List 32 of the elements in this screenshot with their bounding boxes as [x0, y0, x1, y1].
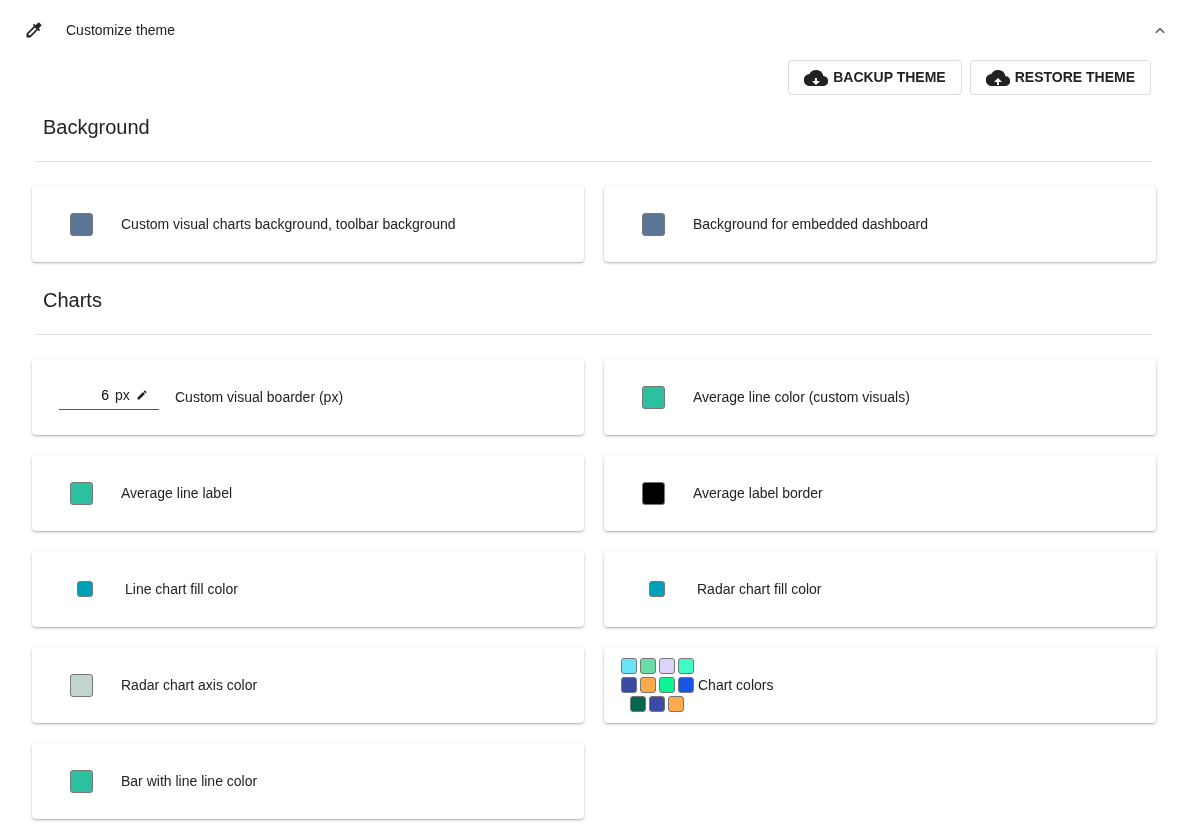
setting-label: Radar chart fill color — [697, 579, 822, 599]
eyedropper-icon — [24, 20, 44, 40]
color-swatch[interactable] — [70, 212, 93, 236]
cloud-upload-icon — [985, 67, 1010, 88]
setting-label: Custom visual charts background, toolbar background — [121, 214, 456, 234]
section-heading: Charts — [42, 288, 103, 313]
setting-label: Background for embedded dashboard — [693, 214, 929, 234]
number-field[interactable]: 6 — [59, 384, 109, 406]
setting-label: Custom visual boarder (px) — [175, 387, 344, 407]
setting-label: Line chart fill color — [125, 579, 238, 599]
setting-label: Average line color (custom visuals) — [693, 387, 910, 407]
setting-label: Average line label — [121, 483, 233, 503]
color-swatch[interactable] — [642, 481, 665, 505]
color-palette[interactable] — [620, 658, 694, 712]
color-swatch[interactable] — [649, 581, 665, 597]
pencil-icon — [135, 389, 148, 401]
color-swatch[interactable] — [70, 769, 93, 793]
setting-label: Bar with line line color — [121, 771, 258, 791]
color-swatch[interactable] — [77, 581, 93, 597]
color-swatch[interactable] — [642, 385, 665, 409]
cloud-download-icon — [804, 67, 829, 88]
setting-label: Radar chart axis color — [121, 675, 258, 695]
setting-label: Chart colors — [698, 675, 774, 695]
cloud-upload-button[interactable]: RESTORE THEME — [969, 60, 1151, 95]
panel-title: Customize theme — [66, 20, 176, 40]
color-swatch[interactable] — [642, 212, 665, 236]
setting-label: Average label border — [693, 483, 823, 503]
unit-label: px — [115, 385, 130, 405]
color-swatch[interactable] — [70, 673, 93, 697]
color-swatch[interactable] — [70, 481, 93, 505]
section-heading: Background — [42, 115, 151, 140]
cloud-download-button[interactable]: BACKUP THEME — [788, 60, 962, 95]
